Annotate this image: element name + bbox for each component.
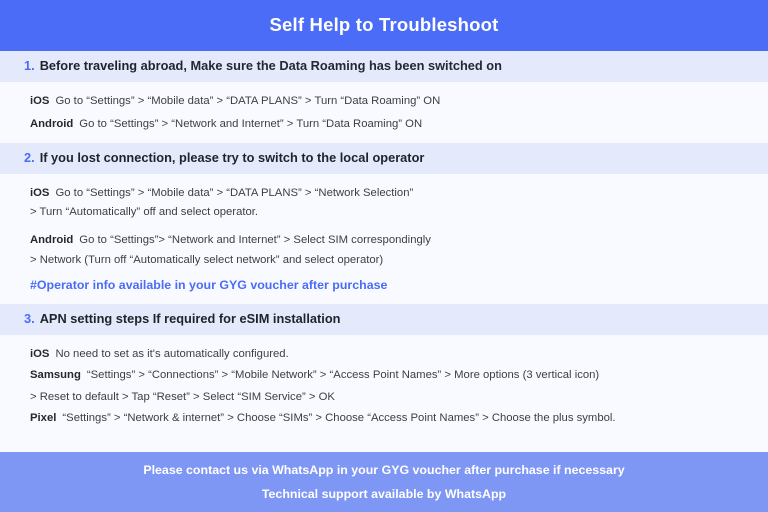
section-1-number: 1. [24,58,35,73]
section-1-title-lead: Before traveling abroad, [39,58,187,73]
section-1-body: iOS Go to “Settings” > “Mobile data” > “D… [0,82,768,143]
instruction-text: “Settings” > “Connections” > “Mobile Net… [86,369,600,382]
operator-info-note: #Operator info available in your GYG vou… [30,278,388,293]
instruction-text: Go to “Settings” > “Network and Internet… [79,118,423,131]
section-1-title: Before traveling abroad, Make sure the D… [40,58,502,74]
platform-label-android: Android [30,118,74,131]
section-1-title-rest: Make sure the Data Roaming has been swit… [186,58,502,73]
content-area: 1. Before traveling abroad, Make sure th… [0,50,768,452]
platform-label-samsung: Samsung [30,369,81,382]
platform-label-ios: iOS [30,94,50,107]
section-2-group-ios: iOS Go to “Settings” > “Mobile data” > “D… [30,185,744,221]
footer-contact-line: Please contact us via WhatsApp in your G… [143,462,625,477]
section-3-title: APN setting steps If required for eSIM i… [40,311,341,327]
instruction-text: Go to “Settings”> “Network and Internet”… [79,234,431,247]
section-1-row-android: Android Go to “Settings” > “Network and I… [30,116,744,132]
platform-label-ios: iOS [30,347,50,360]
page-header: Self Help to Troubleshoot [0,0,768,50]
section-1-header: 1. Before traveling abroad, Make sure th… [0,50,768,82]
instruction-text: Go to “Settings” > “Mobile data” > “DATA… [55,186,414,199]
troubleshoot-infographic: Self Help to Troubleshoot 1. Before trav… [0,0,768,512]
section-3-body: iOS No need to set as it's automatically … [0,335,768,435]
section-3-row-pixel: Pixel “Settings” > “Network & internet” >… [30,410,744,426]
instruction-text: No need to set as it's automatically con… [55,347,289,360]
section-2-android-line-1: Android Go to “Settings”> “Network and In… [30,232,744,248]
section-3-number: 3. [24,310,35,326]
instruction-text: “Settings” > “Network & internet” > Choo… [62,412,616,425]
section-2-title: If you lost connection, please try to sw… [40,150,425,166]
page-footer: Please contact us via WhatsApp in your G… [0,452,768,512]
instruction-text: Go to “Settings” > “Mobile data” > “DATA… [55,94,441,107]
section-3-row-samsung-cont: > Reset to default > Tap “Reset” > Selec… [30,390,335,403]
section-2: 2. If you lost connection, please try to… [0,142,768,304]
section-3-header: 3. APN setting steps If required for eSI… [0,303,768,335]
section-2-group-android: Android Go to “Settings”> “Network and In… [30,232,744,268]
section-1-row-ios: iOS Go to “Settings” > “Mobile data” > “D… [30,93,744,109]
section-2-body: iOS Go to “Settings” > “Mobile data” > “D… [0,174,768,304]
section-2-header: 2. If you lost connection, please try to… [0,142,768,174]
section-3-row-samsung: Samsung “Settings” > “Connections” > “Mob… [30,367,744,383]
section-3-title-lead: APN setting steps If required for eSIM i… [39,310,341,326]
section-3-row-ios: iOS No need to set as it's automatically … [30,346,744,362]
platform-label-android: Android [30,234,74,247]
section-2-title-lead: If you lost connection, please try to sw… [39,149,425,165]
section-2-ios-line-1: iOS Go to “Settings” > “Mobile data” > “D… [30,185,744,201]
section-2-ios-line-2: > Turn “Automatically” off and select op… [30,206,259,219]
section-2-android-line-2: > Network (Turn off “Automatically selec… [30,253,384,266]
section-3: 3. APN setting steps If required for eSI… [0,303,768,435]
section-2-number: 2. [24,149,35,165]
section-1: 1. Before traveling abroad, Make sure th… [0,50,768,143]
page-title: Self Help to Troubleshoot [269,14,499,35]
platform-label-ios: iOS [30,186,50,199]
bottom-spacer [0,434,768,452]
footer-support-line: Technical support available by WhatsApp [261,486,507,501]
platform-label-pixel: Pixel [30,412,57,425]
